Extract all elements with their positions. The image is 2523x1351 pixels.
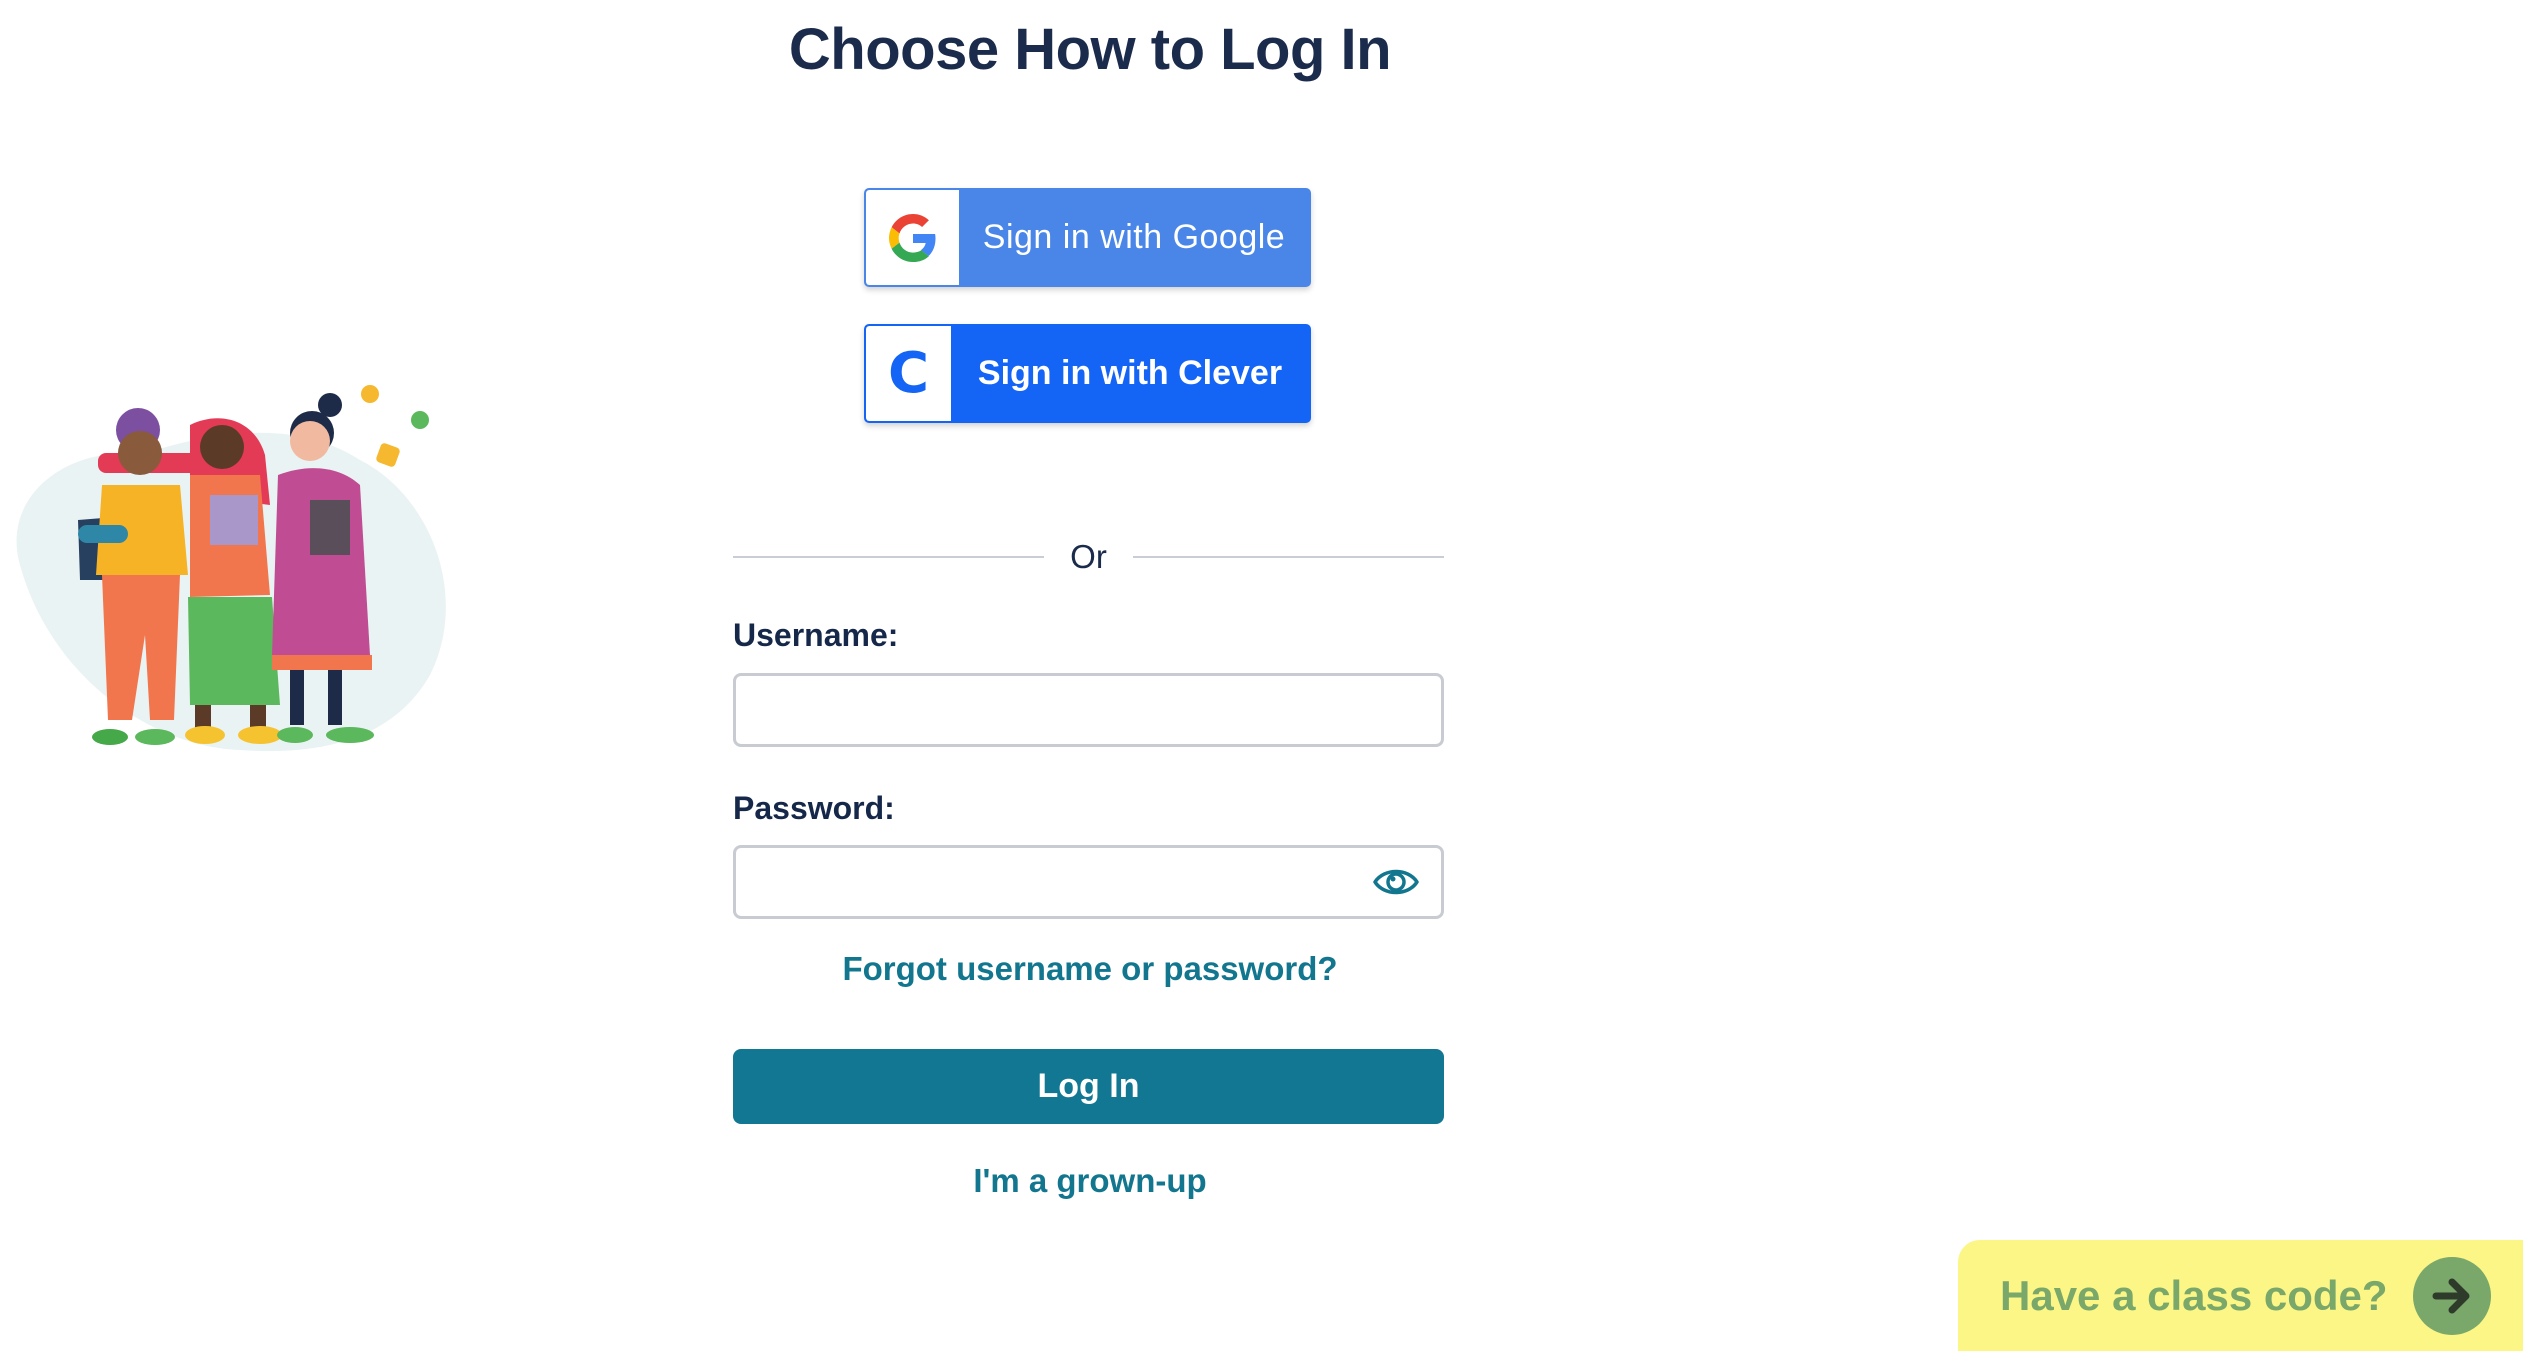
arrow-right-icon	[2432, 1278, 2470, 1314]
clever-sign-in-button[interactable]: C Sign in with Clever	[864, 324, 1311, 423]
class-code-button[interactable]: Have a class code?	[1958, 1240, 2523, 1351]
forgot-credentials-link[interactable]: Forgot username or password?	[0, 950, 2180, 988]
google-icon-box	[866, 190, 959, 285]
password-label: Password:	[733, 790, 895, 826]
username-input[interactable]	[733, 673, 1444, 747]
google-sign-in-label: Sign in with Google	[982, 218, 1286, 256]
divider-line-right	[1132, 556, 1445, 558]
google-g-icon	[888, 213, 935, 262]
clever-icon-box: C	[866, 326, 951, 421]
google-sign-in-button[interactable]: Sign in with Google	[864, 188, 1311, 287]
students-illustration	[16, 385, 446, 752]
password-input[interactable]	[733, 845, 1444, 919]
class-code-label: Have a class code?	[2000, 1271, 2388, 1319]
clever-c-icon: C	[887, 340, 930, 406]
log-in-button[interactable]: Log In	[733, 1049, 1444, 1124]
class-code-arrow-circle	[2413, 1257, 2491, 1335]
eye-icon[interactable]	[1372, 864, 1420, 900]
divider-line-left	[733, 556, 1045, 558]
grown-up-link[interactable]: I'm a grown-up	[0, 1162, 2180, 1200]
page-title: Choose How to Log In	[788, 17, 1392, 82]
or-divider: Or	[733, 535, 1445, 579]
clever-sign-in-label: Sign in with Clever	[977, 354, 1283, 392]
username-label: Username:	[733, 617, 899, 653]
divider-text: Or	[1070, 538, 1107, 575]
